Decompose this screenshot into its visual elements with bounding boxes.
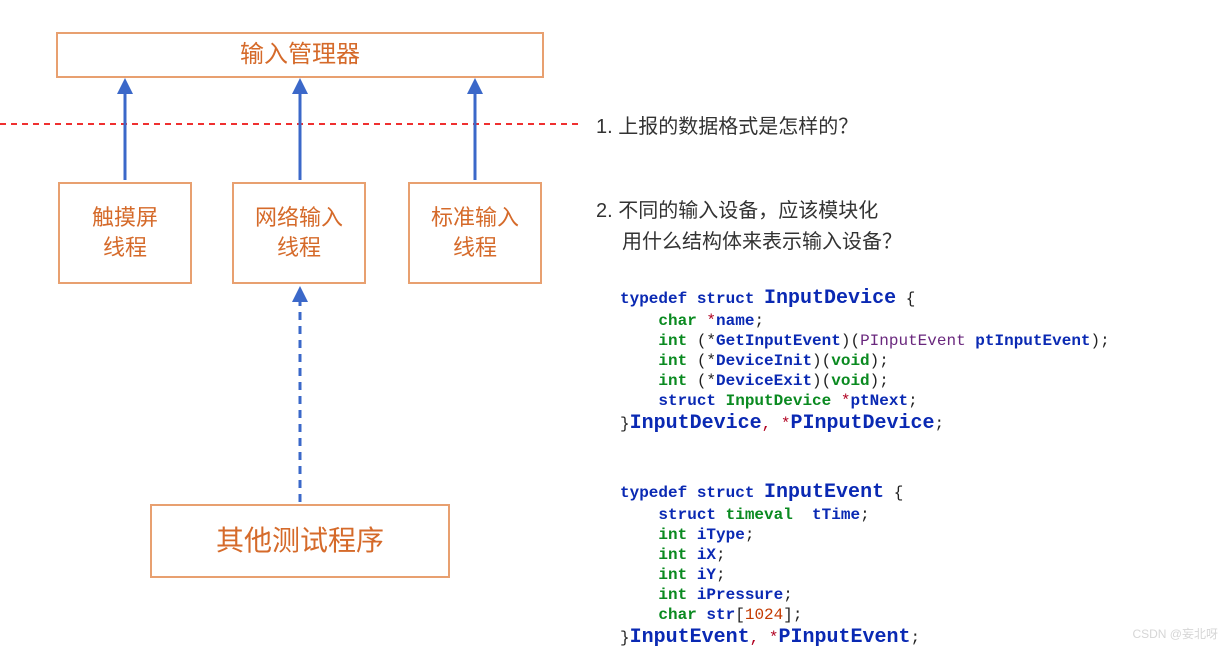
code-inputevent: typedef struct InputEvent { struct timev… [620,460,920,650]
watermark: CSDN @妄北呀 [1132,625,1218,642]
net-thread-box: 网络输入 线程 [232,182,366,284]
test-program-label: 其他测试程序 [216,522,384,560]
input-manager-box: 输入管理器 [56,32,544,78]
net-thread-label: 网络输入 线程 [255,203,343,262]
test-program-box: 其他测试程序 [150,504,450,578]
touch-thread-box: 触摸屏 线程 [58,182,192,284]
touch-thread-label: 触摸屏 线程 [92,203,158,262]
input-manager-label: 输入管理器 [240,39,360,71]
question-2: 2. 不同的输入设备，应该模块化 用什么结构体来表示输入设备？ [596,196,902,258]
question-1: 1. 上报的数据格式是怎样的？ [596,112,858,143]
std-thread-box: 标准输入 线程 [408,182,542,284]
std-thread-label: 标准输入 线程 [431,203,519,262]
code-inputdevice: typedef struct InputDevice { char *name;… [620,266,1110,436]
